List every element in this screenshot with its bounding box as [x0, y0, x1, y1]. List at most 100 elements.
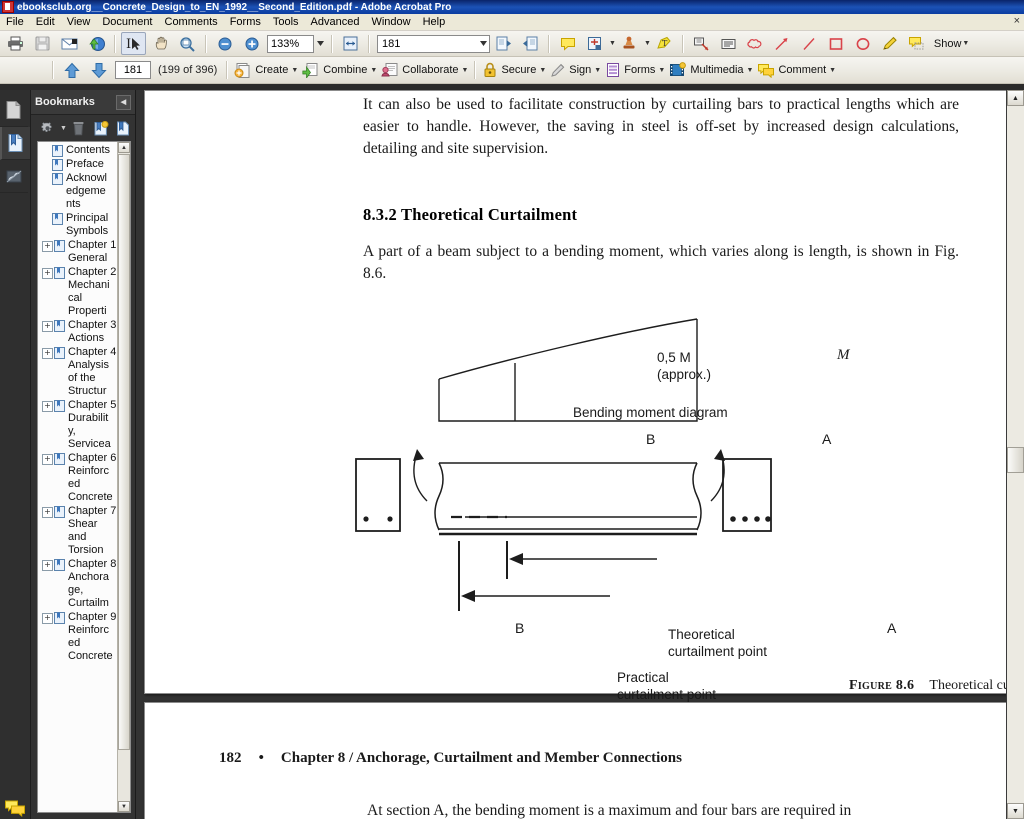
next-page-icon[interactable] — [86, 59, 111, 82]
collapse-panel-icon[interactable]: ◀ — [116, 94, 131, 110]
bookmark-item[interactable]: + Chapter 4 Analysis of the Structur — [40, 346, 118, 398]
collaborate-button[interactable]: Collaborate ▼ — [379, 59, 470, 81]
multimedia-caret-icon[interactable]: ▼ — [747, 67, 754, 74]
stamp-icon[interactable] — [617, 32, 642, 55]
save-icon[interactable] — [30, 32, 55, 55]
close-document-button[interactable]: × — [1014, 15, 1020, 27]
bookmarks-list[interactable]: Contents Preface Acknowl edgeme nts Princip… — [37, 141, 131, 813]
combine-caret-icon[interactable]: ▼ — [370, 67, 377, 74]
expand-bookmark-icon[interactable] — [113, 118, 133, 138]
rectangle-tool-icon[interactable] — [824, 32, 849, 55]
sidebar-item-pages[interactable] — [0, 94, 28, 127]
task-page-number-input[interactable]: 181 — [115, 61, 151, 79]
bookmark-item[interactable]: Preface — [40, 158, 118, 171]
bookmark-item[interactable]: + Chapter 3 Actions — [40, 319, 118, 345]
forms-caret-icon[interactable]: ▼ — [658, 67, 665, 74]
menu-document[interactable]: Document — [96, 15, 158, 29]
expand-plus-icon[interactable]: + — [42, 507, 53, 518]
callout-icon[interactable] — [689, 32, 714, 55]
combine-button[interactable]: Combine ▼ — [300, 59, 379, 81]
cloud-shape-icon[interactable] — [743, 32, 768, 55]
gear-icon[interactable] — [37, 118, 57, 138]
sticky-note-icon[interactable] — [555, 32, 580, 55]
create-button[interactable]: Create ▼ — [232, 59, 300, 81]
bookmark-item[interactable]: + Chapter 9 Reinforc ed Concrete — [40, 611, 118, 663]
menu-advanced[interactable]: Advanced — [305, 15, 366, 29]
bookmarks-options-caret-icon[interactable]: ▼ — [60, 125, 67, 132]
menu-tools[interactable]: Tools — [267, 15, 305, 29]
menu-window[interactable]: Window — [365, 15, 416, 29]
scroll-up-icon[interactable]: ▲ — [1007, 90, 1024, 106]
hand-icon[interactable] — [148, 32, 173, 55]
secure-caret-icon[interactable]: ▼ — [539, 67, 546, 74]
expand-plus-icon[interactable]: + — [42, 613, 53, 624]
sign-caret-icon[interactable]: ▼ — [594, 67, 601, 74]
sidebar-item-signatures[interactable] — [0, 160, 28, 193]
scroll-track[interactable] — [1007, 106, 1024, 803]
previous-view-icon[interactable] — [491, 32, 516, 55]
expand-plus-icon[interactable]: + — [42, 401, 53, 412]
bookmark-item[interactable]: + Chapter 1 General — [40, 239, 118, 265]
expand-plus-icon[interactable]: + — [42, 321, 53, 332]
bookmarks-scroll-up-icon[interactable]: ▲ — [118, 142, 130, 153]
expand-plus-icon[interactable]: + — [42, 241, 53, 252]
show-comments-icon[interactable] — [905, 32, 930, 55]
upload-to-acrobat-icon[interactable] — [84, 32, 109, 55]
document-scrollbar[interactable]: ▲ ▼ — [1006, 90, 1024, 819]
email-icon[interactable] — [57, 32, 82, 55]
comment-caret-icon[interactable]: ▼ — [829, 67, 836, 74]
bookmark-item[interactable]: Principal Symbols — [40, 212, 118, 238]
multimedia-button[interactable]: Multimedia ▼ — [667, 59, 755, 81]
menu-view[interactable]: View — [61, 15, 97, 29]
stamp-caret-icon[interactable]: ▼ — [644, 40, 651, 47]
menu-help[interactable]: Help — [417, 15, 452, 29]
bookmark-item[interactable]: + Chapter 6 Reinforc ed Concrete — [40, 452, 118, 504]
next-view-icon[interactable] — [518, 32, 543, 55]
zoom-dropdown-caret-icon[interactable] — [314, 35, 327, 53]
menu-file[interactable]: File — [0, 15, 30, 29]
bookmark-item[interactable]: + Chapter 2 Mechani cal Properti — [40, 266, 118, 318]
arrow-tool-icon[interactable] — [770, 32, 795, 55]
bookmark-item[interactable]: + Chapter 5 Durabilit y, Servicea — [40, 399, 118, 451]
expand-plus-icon[interactable]: + — [42, 268, 53, 279]
fit-width-icon[interactable] — [338, 32, 363, 55]
create-caret-icon[interactable]: ▼ — [291, 67, 298, 74]
oval-tool-icon[interactable] — [851, 32, 876, 55]
new-bookmark-icon[interactable] — [91, 118, 111, 138]
expand-plus-icon[interactable]: + — [42, 454, 53, 465]
highlight-text-icon[interactable]: T — [652, 32, 677, 55]
print-icon[interactable] — [3, 32, 28, 55]
show-label[interactable]: Show — [934, 38, 962, 50]
document-viewport[interactable]: It can also be used to facilitate constr… — [136, 90, 1024, 819]
previous-page-icon[interactable] — [59, 59, 84, 82]
bookmarks-scrollbar[interactable]: ▲ ▼ — [117, 142, 130, 812]
scroll-down-icon[interactable]: ▼ — [1007, 803, 1024, 819]
bookmark-item[interactable]: Acknowl edgeme nts — [40, 172, 118, 211]
forms-button[interactable]: Forms ▼ — [603, 59, 667, 81]
marquee-zoom-icon[interactable] — [175, 32, 200, 55]
secure-button[interactable]: Secure ▼ — [480, 59, 548, 81]
expand-plus-icon[interactable]: + — [42, 348, 53, 359]
bookmark-item[interactable]: Contents — [40, 144, 118, 157]
pencil-tool-icon[interactable] — [878, 32, 903, 55]
menu-forms[interactable]: Forms — [224, 15, 267, 29]
sign-button[interactable]: Sign ▼ — [548, 59, 603, 81]
bookmark-item[interactable]: + Chapter 8 Anchora ge, Curtailm — [40, 558, 118, 610]
expand-plus-icon[interactable]: + — [42, 560, 53, 571]
scroll-thumb[interactable] — [1007, 447, 1024, 473]
bookmarks-scroll-down-icon[interactable]: ▼ — [118, 801, 130, 812]
show-caret-icon[interactable]: ▼ — [962, 40, 969, 47]
bookmarks-scroll-thumb[interactable] — [118, 154, 130, 750]
select-text-icon[interactable]: I — [121, 32, 146, 55]
text-edits-caret-icon[interactable]: ▼ — [609, 40, 616, 47]
zoom-level-input[interactable]: 133% — [267, 34, 314, 53]
zoom-in-icon[interactable] — [239, 32, 264, 55]
collaborate-caret-icon[interactable]: ▼ — [462, 67, 469, 74]
text-box-icon[interactable] — [716, 32, 741, 55]
comment-button[interactable]: Comment ▼ — [755, 59, 838, 81]
bookmark-item[interactable]: + Chapter 7 Shear and Torsion — [40, 505, 118, 557]
menu-comments[interactable]: Comments — [159, 15, 224, 29]
page-number-input[interactable]: 181 — [377, 34, 490, 53]
zoom-out-icon[interactable] — [212, 32, 237, 55]
comments-status-icon[interactable] — [4, 799, 26, 817]
